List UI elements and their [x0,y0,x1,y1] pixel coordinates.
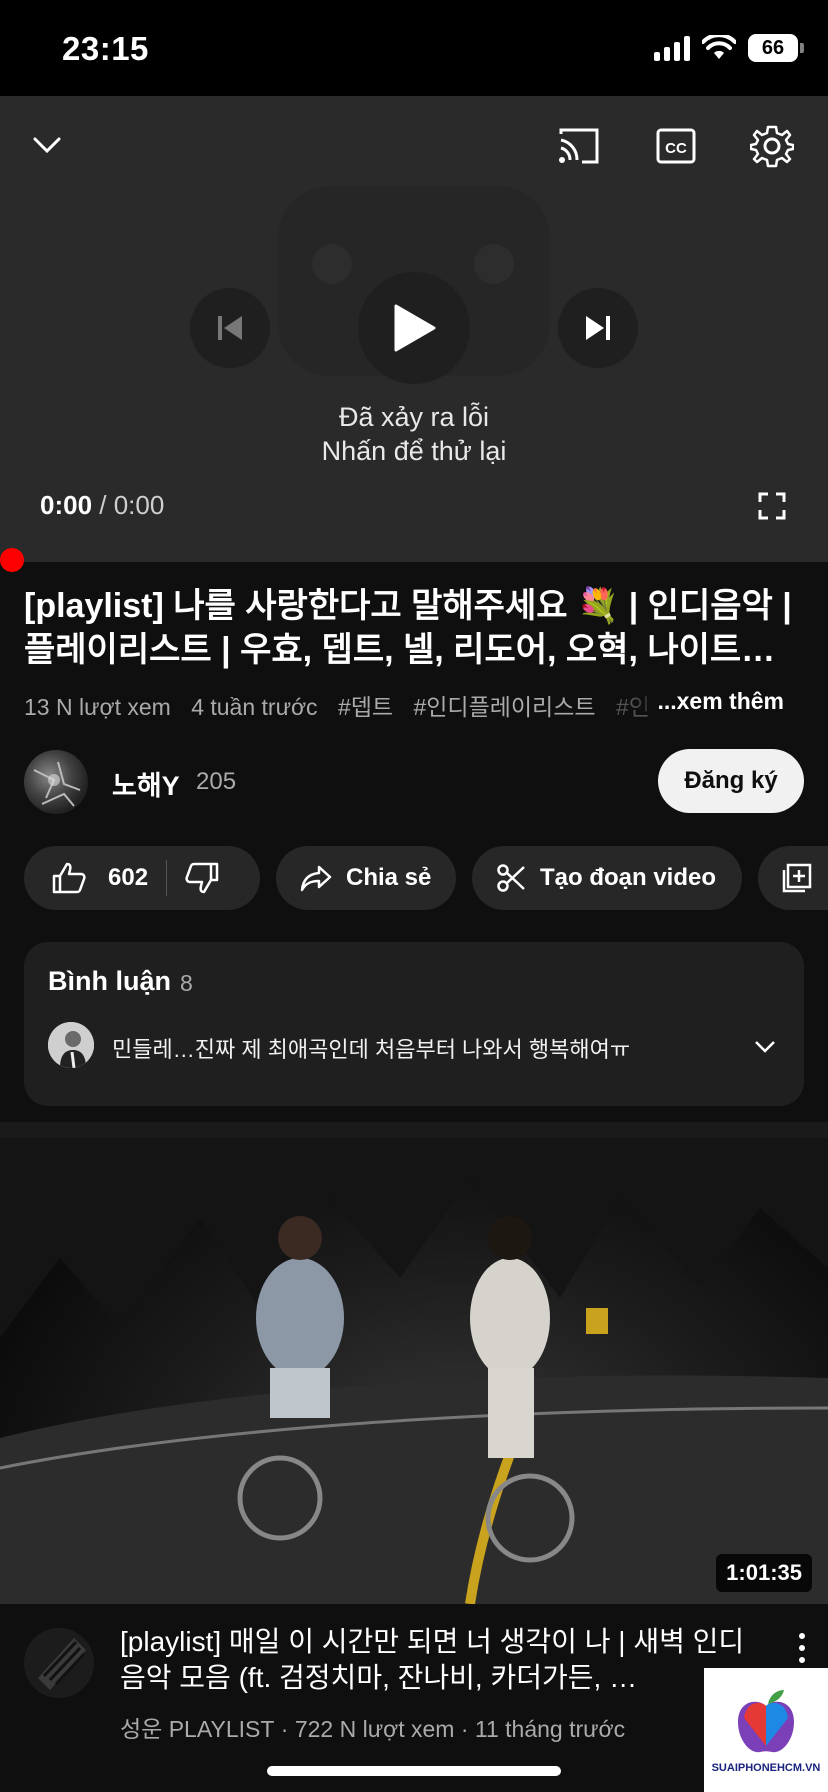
skip-previous-icon [218,316,242,340]
progress-scrubber[interactable] [0,548,24,572]
share-label: Chia sẻ [346,864,432,891]
save-button[interactable] [758,846,828,910]
pill-divider [166,860,168,896]
play-button[interactable] [358,272,470,384]
share-button[interactable]: Chia sẻ [276,846,456,910]
recommended-age: 11 tháng trước [474,1716,626,1742]
time-separator: / [92,490,114,520]
comments-title: Bình luận [48,966,171,996]
skip-next-icon [586,316,610,340]
retry-message[interactable]: Nhấn để thử lại [0,436,828,467]
fullscreen-icon[interactable] [758,492,786,520]
video-player[interactable]: CC Đã xảy ra lỗi Nhấn để thử lại 0:00 / … [0,96,828,562]
recommended-views: 722 N lượt xem [294,1716,455,1742]
duration-badge: 1:01:35 [716,1554,812,1592]
watermark: SUAIPHONEHCM.VN [704,1668,828,1792]
section-separator [0,1122,828,1138]
like-dislike-pill: 602 [24,846,260,910]
next-button[interactable] [558,288,638,368]
comments-section[interactable]: Bình luận 8 민들레…진짜 제 최애곡인데 처음부터 나와서 행복해여… [24,942,804,1106]
previous-button[interactable] [190,288,270,368]
video-title[interactable]: [playlist] 나를 사랑한다고 말해주세요 💐 | 인디음악 | 플레이… [24,584,814,672]
status-time: 23:15 [62,30,149,67]
upload-age: 4 tuần trước [191,694,318,720]
home-indicator[interactable] [267,1766,561,1776]
thumb-down-icon[interactable] [185,862,219,894]
chevron-down-icon[interactable] [30,128,64,162]
thumb-up-icon[interactable] [52,862,86,894]
scissors-icon [497,864,525,892]
recommended-channel-name[interactable]: 성운 PLAYLIST [120,1716,274,1742]
comments-count: 8 [180,970,193,996]
duration: 0:00 [113,490,165,520]
playlist-add-icon [782,863,812,893]
error-message[interactable]: Đã xảy ra lỗi [0,402,828,433]
subscribe-button[interactable]: Đăng ký [658,749,804,813]
cellular-signal-icon [654,35,690,61]
clip-label: Tạo đoạn video [540,864,717,891]
recommended-channel-avatar[interactable] [24,1628,94,1698]
svg-text:CC: CC [665,140,687,157]
meta-dot: · [454,1716,475,1742]
more-vert-icon[interactable] [790,1628,814,1668]
status-bar: 23:15 66 [0,0,828,96]
watermark-text: SUAIPHONEHCM.VN [711,1762,821,1774]
chevron-down-icon[interactable] [754,1040,776,1054]
recommended-meta: 성운 PLAYLIST · 722 N lượt xem · 11 tháng … [120,1710,625,1744]
like-count[interactable]: 602 [108,864,148,892]
channel-name[interactable]: 노해Y [112,764,180,803]
clip-button[interactable]: Tạo đoạn video [472,846,742,910]
wifi-icon [702,35,736,59]
view-count: 13 N lượt xem [24,694,171,720]
share-icon [300,865,332,892]
time-display: 0:00 / 0:00 [40,490,164,521]
recommended-title[interactable]: [playlist] 매일 이 시간만 되면 너 생각이 나 | 새벽 인디 음… [120,1624,760,1696]
top-comment: 민들레…진짜 제 최애곡인데 처음부터 나와서 행복해여ㅠ [112,1037,631,1062]
cast-icon[interactable] [558,126,600,166]
show-more-link[interactable]: ...xem thêm [633,688,784,715]
status-indicators: 66 [654,34,804,62]
apple-logo-icon [738,1690,794,1753]
channel-avatar[interactable] [24,750,88,814]
thumbnail-image [0,1138,828,1604]
hashtag[interactable]: #인디플레이리스트 [413,694,595,720]
gear-icon[interactable] [750,124,794,168]
recommended-thumbnail[interactable] [0,1138,828,1604]
current-time: 0:00 [40,490,93,520]
cc-icon[interactable]: CC [656,128,696,164]
hashtag[interactable]: #뎁트 [338,694,393,720]
subscriber-count: 205 [196,768,237,795]
meta-dot: · [274,1716,295,1742]
battery-indicator: 66 [748,34,804,62]
play-icon [394,304,436,352]
commenter-avatar [48,1022,94,1068]
